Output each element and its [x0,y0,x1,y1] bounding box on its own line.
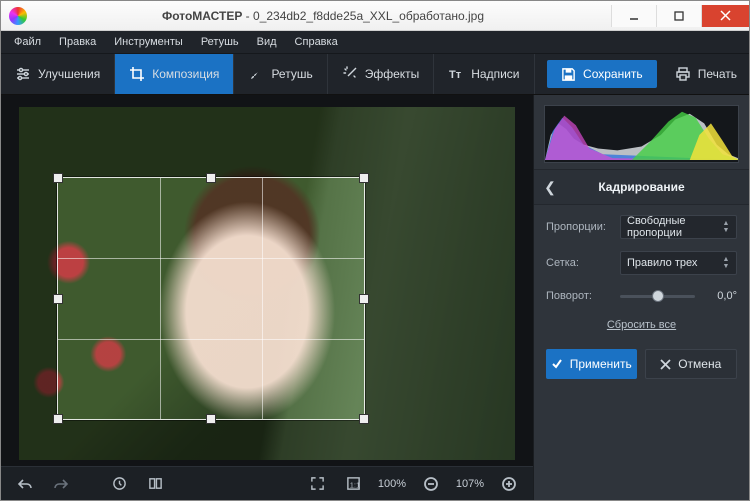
print-label: Печать [698,67,737,81]
rotate-slider[interactable] [620,287,695,305]
stepper-icon: ▲▼ [720,254,732,272]
fit-screen-button[interactable] [303,472,331,496]
tab-label: Улучшения [38,67,100,81]
photo-canvas[interactable] [19,107,515,460]
grid-line [58,258,364,259]
brush-icon [248,66,264,82]
app-window: ФотоМАСТЕР - 0_234db2_f8dde25a_XXL_обраб… [0,0,750,501]
grid-line [58,339,364,340]
compare-button[interactable] [141,472,169,496]
crop-handle[interactable] [53,173,63,183]
zoom-in-button[interactable] [495,472,523,496]
close-button[interactable] [701,5,749,27]
menu-help[interactable]: Справка [288,34,345,50]
x-icon [660,359,671,370]
app-logo-icon [9,7,27,25]
toolbar: Улучшения Композиция Ретушь Эффекты Tт Н… [1,53,749,95]
statusbar: 1:1 100% 107% [1,466,533,500]
save-icon [561,67,576,82]
menubar: Файл Правка Инструменты Ретушь Вид Справ… [1,31,749,53]
aspect-select[interactable]: Свободные пропорции ▲▼ [620,215,737,239]
grid-line [262,178,263,419]
actual-size-button[interactable]: 1:1 [339,472,367,496]
reset-link[interactable]: Сбросить все [546,319,737,331]
crop-icon [129,66,145,82]
zoom-100[interactable]: 100% [375,478,409,490]
menu-edit[interactable]: Правка [52,34,103,50]
check-icon [551,358,563,370]
save-label: Сохранить [583,67,643,81]
crop-handle[interactable] [359,414,369,424]
crop-rect[interactable] [57,177,365,420]
tab-enhance[interactable]: Улучшения [1,54,115,94]
tab-label: Композиция [152,67,219,81]
history-button[interactable] [105,472,133,496]
maximize-button[interactable] [656,5,701,27]
zoom-value: 107% [453,478,487,490]
minimize-button[interactable] [611,5,656,27]
crop-handle[interactable] [206,173,216,183]
crop-handle[interactable] [206,414,216,424]
tab-text[interactable]: Tт Надписи [434,54,534,94]
tab-effects[interactable]: Эффекты [328,54,435,94]
grid-line [160,178,161,419]
print-icon [675,66,691,82]
window-title: ФотоМАСТЕР - 0_234db2_f8dde25a_XXL_обраб… [35,9,611,23]
undo-button[interactable] [11,472,39,496]
menu-tools[interactable]: Инструменты [107,34,190,50]
crop-handle[interactable] [53,294,63,304]
redo-button[interactable] [47,472,75,496]
panel-header: ❮ Кадрирование [534,169,749,205]
menu-retouch[interactable]: Ретушь [194,34,246,50]
rotate-value: 0,0° [703,290,737,302]
crop-handle[interactable] [359,173,369,183]
save-button[interactable]: Сохранить [547,60,657,88]
text-icon: Tт [448,66,464,82]
histogram [544,105,739,163]
canvas-area: 1:1 100% 107% [1,95,533,500]
panel-title: Кадрирование [534,180,749,194]
cancel-button[interactable]: Отмена [645,349,738,379]
sliders-icon [15,66,31,82]
stepper-icon: ▲▼ [720,218,732,236]
grid-select[interactable]: Правило трех ▲▼ [620,251,737,275]
aspect-label: Пропорции: [546,221,612,233]
print-button[interactable]: Печать [663,54,749,94]
svg-text:Tт: Tт [449,69,462,81]
wand-icon [342,66,358,82]
menu-file[interactable]: Файл [7,34,48,50]
crop-handle[interactable] [53,414,63,424]
apply-button[interactable]: Применить [546,349,637,379]
zoom-out-button[interactable] [417,472,445,496]
svg-text:1:1: 1:1 [349,480,359,489]
rotate-label: Поворот: [546,290,612,302]
tab-label: Надписи [471,67,519,81]
tab-retouch[interactable]: Ретушь [234,54,327,94]
grid-label: Сетка: [546,257,612,269]
side-panel: ❮ Кадрирование Пропорции: Свободные проп… [533,95,749,500]
tab-label: Эффекты [365,67,420,81]
menu-view[interactable]: Вид [250,34,284,50]
tab-composition[interactable]: Композиция [115,54,234,94]
tab-label: Ретушь [271,67,312,81]
crop-handle[interactable] [359,294,369,304]
titlebar: ФотоМАСТЕР - 0_234db2_f8dde25a_XXL_обраб… [1,1,749,31]
